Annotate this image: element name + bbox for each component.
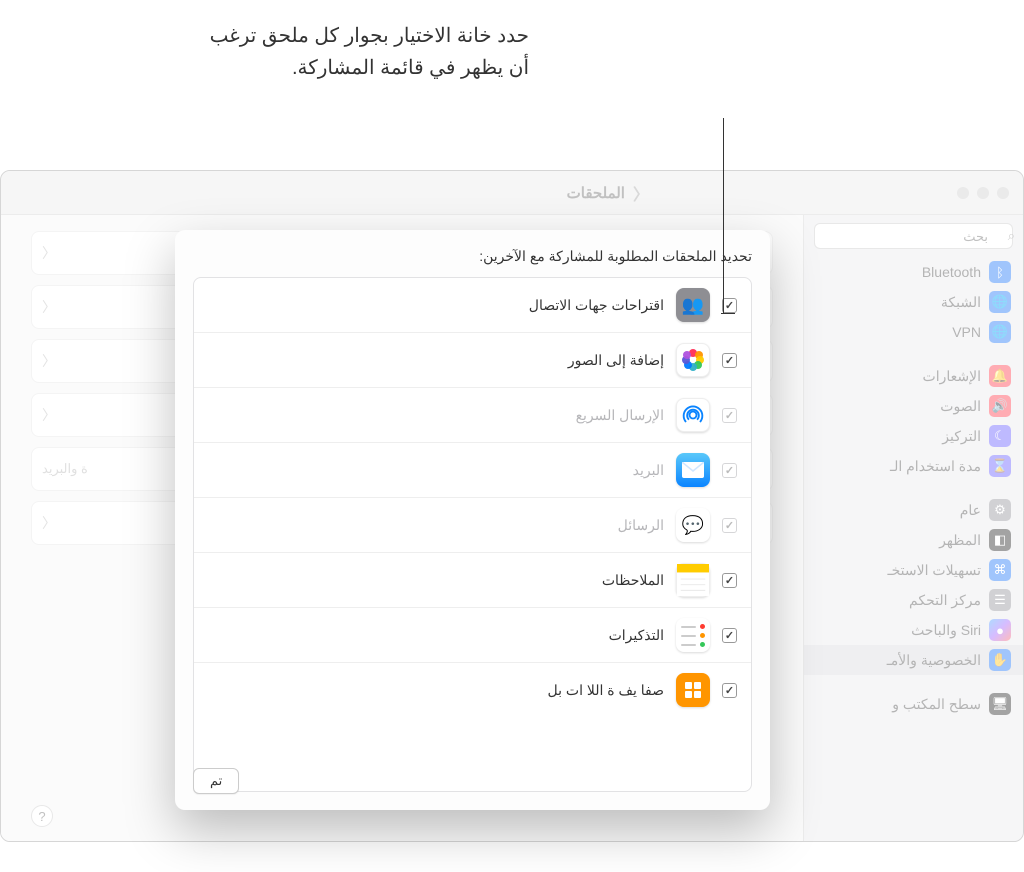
safari-icon [676, 673, 710, 707]
photos-icon [676, 343, 710, 377]
extensions-list: 👥 اقتراحات جهات الاتصال إضافة إلى الصور الإ… [193, 277, 752, 792]
extension-row: الإرسال السريع [194, 388, 751, 443]
extension-label: الملاحظات [602, 572, 664, 589]
modal-title: تحديد الملحقات المطلوبة للمشاركة مع الآخ… [193, 248, 752, 265]
done-button[interactable]: تم [193, 768, 239, 794]
checkbox[interactable] [722, 573, 737, 588]
notes-icon [676, 563, 710, 597]
extension-row: الملاحظات [194, 553, 751, 608]
contacts-icon: 👥 [676, 288, 710, 322]
airdrop-icon [676, 398, 710, 432]
checkbox [722, 518, 737, 533]
annotation-callout: حدد خانة الاختيار بجوار كل ملحق ترغب أن … [209, 20, 529, 84]
mail-icon [676, 453, 710, 487]
annotation-line [723, 118, 724, 313]
extension-label: البريد [633, 462, 664, 479]
checkbox[interactable] [722, 353, 737, 368]
extension-row: البريد [194, 443, 751, 498]
extension-label: التذكيرات [609, 627, 664, 644]
extension-label: اقتراحات جهات الاتصال [529, 297, 664, 314]
checkbox[interactable] [722, 298, 737, 313]
extension-label: صفا يف ة اللا ات بل [548, 682, 664, 699]
extension-label: الرسائل [618, 517, 664, 534]
extension-row: إضافة إلى الصور [194, 333, 751, 388]
extension-row: 👥 اقتراحات جهات الاتصال [194, 278, 751, 333]
extension-label: الإرسال السريع [576, 407, 664, 424]
extension-row: التذكيرات [194, 608, 751, 663]
share-extensions-modal: تحديد الملحقات المطلوبة للمشاركة مع الآخ… [175, 230, 770, 810]
extension-row: صفا يف ة اللا ات بل [194, 663, 751, 717]
extension-label: إضافة إلى الصور [568, 352, 664, 369]
reminders-icon [676, 618, 710, 652]
checkbox[interactable] [722, 628, 737, 643]
checkbox[interactable] [722, 683, 737, 698]
messages-icon: 💬 [676, 508, 710, 542]
checkbox [722, 463, 737, 478]
checkbox [722, 408, 737, 423]
extension-row: 💬 الرسائل [194, 498, 751, 553]
